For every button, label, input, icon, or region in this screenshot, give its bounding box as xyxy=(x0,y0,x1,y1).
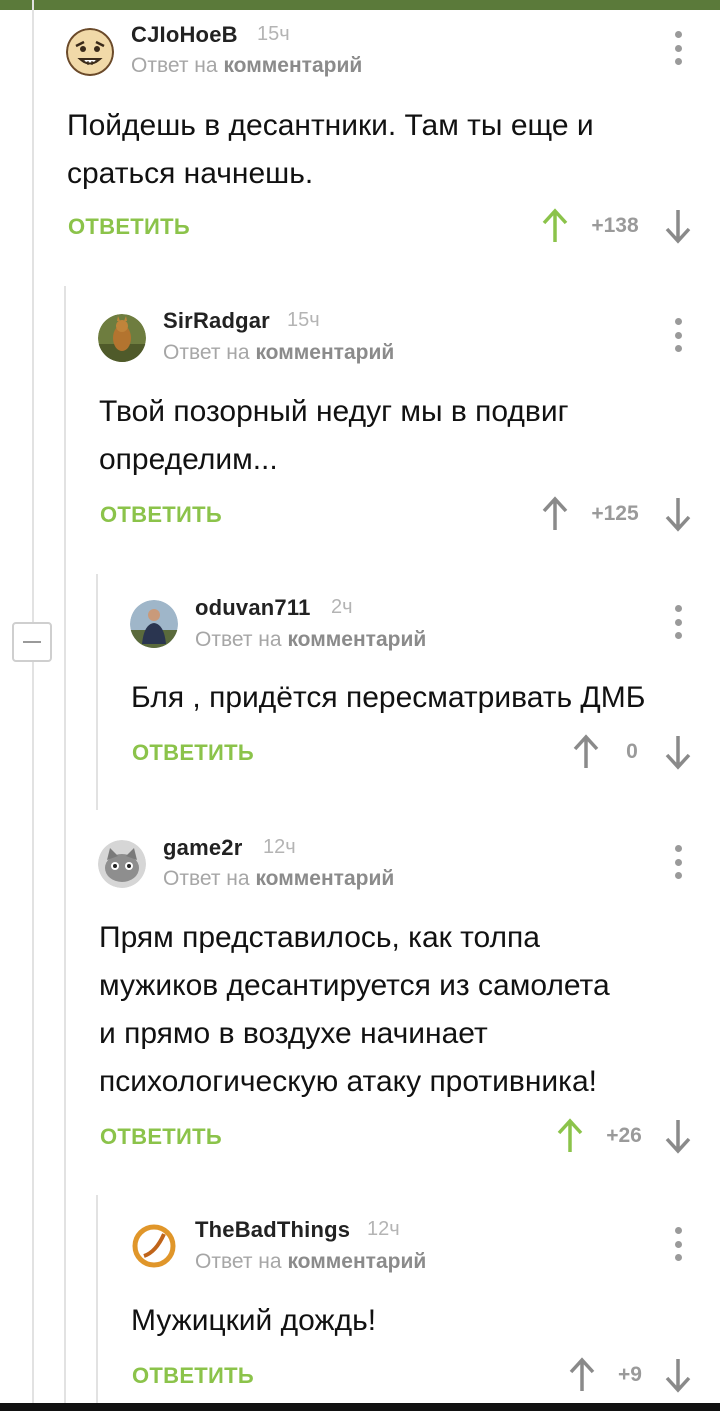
comment-text-line: Пойдешь в десантники. Там ты еще и xyxy=(67,109,594,142)
reply-to-link[interactable]: Ответ на комментарий xyxy=(163,867,394,891)
reply-button[interactable]: ОТВЕТИТЬ xyxy=(132,740,254,766)
comment-author[interactable]: SirRadgar xyxy=(163,308,270,334)
orange-ring-avatar[interactable] xyxy=(130,1222,178,1270)
downvote-arrow-icon[interactable] xyxy=(665,496,691,532)
thread-line-level-0 xyxy=(32,0,34,1403)
reply-button[interactable]: ОТВЕТИТЬ xyxy=(132,1363,254,1389)
score-value: +9 xyxy=(618,1363,642,1386)
comment-text-line: Мужицкий дождь! xyxy=(131,1304,377,1337)
score-value: +125 xyxy=(591,502,639,525)
more-options-icon[interactable] xyxy=(674,605,682,639)
comment-author[interactable]: CJIoHoeB xyxy=(131,22,238,48)
reply-to-prefix: Ответ на xyxy=(131,54,218,77)
cartoon-face-avatar[interactable] xyxy=(66,28,114,76)
comment-author[interactable]: game2r xyxy=(163,835,242,861)
comment-text: Пойдешь в десантники. Там ты еще и срать… xyxy=(67,102,667,198)
upvote-arrow-icon[interactable] xyxy=(569,1357,595,1393)
reply-to-target: комментарий xyxy=(223,54,363,77)
comment-text-line: и прямо в воздухе начинает xyxy=(99,1017,488,1050)
downvote-arrow-icon[interactable] xyxy=(665,208,691,244)
comment-text-line: сраться начнешь. xyxy=(67,157,314,190)
cat-photo-avatar[interactable] xyxy=(98,840,146,888)
reply-to-link[interactable]: Ответ на комментарий xyxy=(163,341,394,365)
comment-text-line: психологическую атаку противника! xyxy=(99,1065,597,1098)
comment-text: Бля , придётся пересматривать ДМБ xyxy=(131,674,691,722)
reply-button[interactable]: ОТВЕТИТЬ xyxy=(100,502,222,528)
upvote-arrow-icon[interactable] xyxy=(557,1118,583,1154)
reply-button[interactable]: ОТВЕТИТЬ xyxy=(100,1124,222,1150)
comment-text-line: Твой позорный недуг мы в подвиг xyxy=(99,395,569,428)
comment-text: Прям представилось, как толпа мужиков де… xyxy=(99,914,699,1106)
reply-to-prefix: Ответ на xyxy=(195,1250,282,1273)
reply-to-target: комментарий xyxy=(255,867,395,890)
comment-time: 15ч xyxy=(257,23,290,45)
thread-line-level-1 xyxy=(64,286,66,1403)
upvote-arrow-icon[interactable] xyxy=(542,496,568,532)
reply-to-link[interactable]: Ответ на комментарий xyxy=(195,1250,426,1274)
thread-line-level-2a xyxy=(96,574,98,810)
comment-text: Твой позорный недуг мы в подвиг определи… xyxy=(99,388,679,484)
minus-icon xyxy=(23,641,41,643)
comment-text-line: Прям представилось, как толпа xyxy=(99,921,540,954)
comment-text-line: мужиков десантируется из самолета xyxy=(99,969,610,1002)
comment-text: Мужицкий дождь! xyxy=(131,1297,691,1345)
person-photo-avatar[interactable] xyxy=(130,600,178,648)
reply-button[interactable]: ОТВЕТИТЬ xyxy=(68,214,190,240)
comment-time: 15ч xyxy=(287,309,320,331)
score-value: +26 xyxy=(606,1124,642,1147)
more-options-icon[interactable] xyxy=(674,31,682,65)
upvote-arrow-icon[interactable] xyxy=(542,208,568,244)
comment-author[interactable]: TheBadThings xyxy=(195,1217,350,1243)
reply-to-prefix: Ответ на xyxy=(163,867,250,890)
comment-text-line: Бля , придётся пересматривать ДМБ xyxy=(131,681,646,714)
reply-to-link[interactable]: Ответ на комментарий xyxy=(131,54,362,78)
collapse-thread-button[interactable] xyxy=(12,622,52,662)
score-value: +138 xyxy=(591,214,639,237)
more-options-icon[interactable] xyxy=(674,1227,682,1261)
downvote-arrow-icon[interactable] xyxy=(665,1118,691,1154)
more-options-icon[interactable] xyxy=(674,318,682,352)
upvote-arrow-icon[interactable] xyxy=(573,734,599,770)
comment-time: 12ч xyxy=(367,1218,400,1240)
downvote-arrow-icon[interactable] xyxy=(665,1357,691,1393)
reply-to-target: комментарий xyxy=(287,1250,427,1273)
top-bar xyxy=(0,0,720,10)
comment-author[interactable]: oduvan711 xyxy=(195,595,311,621)
reply-to-prefix: Ответ на xyxy=(195,628,282,651)
animal-photo-avatar[interactable] xyxy=(98,314,146,362)
comment-time: 12ч xyxy=(263,836,296,858)
reply-to-target: комментарий xyxy=(287,628,427,651)
reply-to-target: комментарий xyxy=(255,341,395,364)
score-value: 0 xyxy=(626,740,638,763)
reply-to-prefix: Ответ на xyxy=(163,341,250,364)
thread-line-level-2b xyxy=(96,1195,98,1403)
bottom-bar xyxy=(0,1403,720,1411)
more-options-icon[interactable] xyxy=(674,845,682,879)
comment-text-line: определим... xyxy=(99,443,278,476)
reply-to-link[interactable]: Ответ на комментарий xyxy=(195,628,426,652)
downvote-arrow-icon[interactable] xyxy=(665,734,691,770)
comment-time: 2ч xyxy=(331,596,353,618)
